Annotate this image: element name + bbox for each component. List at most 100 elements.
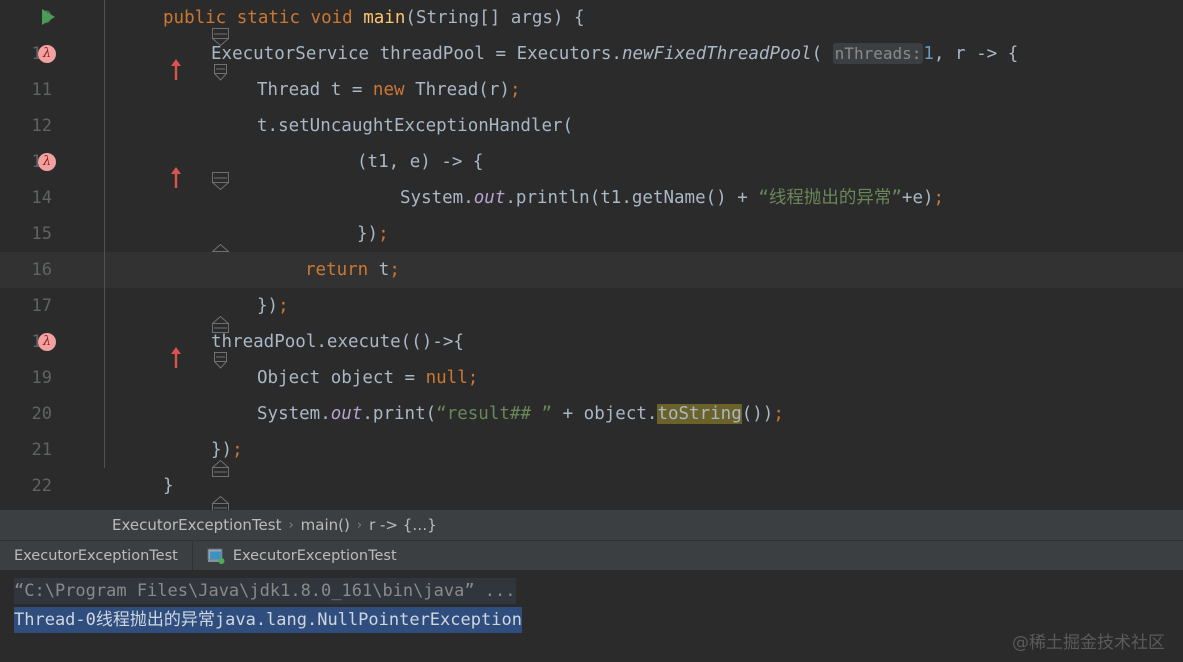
code-row[interactable]: 14 System.out.println(t1.getName() + “线程… bbox=[0, 180, 1183, 216]
token-var: t bbox=[330, 80, 342, 100]
token-keyword: public bbox=[163, 8, 227, 28]
token-method: main bbox=[363, 8, 406, 28]
console-tab[interactable]: ExecutorExceptionTest bbox=[193, 541, 411, 570]
code-text: System.out.print(“result## ” + object.to… bbox=[257, 404, 784, 424]
token-keyword: return bbox=[305, 260, 369, 280]
line-number: 15 bbox=[31, 224, 52, 244]
gutter[interactable]: 9 bbox=[0, 0, 229, 47]
code-text: return t; bbox=[145, 252, 400, 288]
watermark: @稀土掘金技术社区 bbox=[1012, 633, 1165, 653]
fold-start-icon[interactable] bbox=[94, 332, 227, 369]
code-row[interactable]: 12 t.setUncaughtExceptionHandler( bbox=[0, 108, 1183, 144]
token-punct: ; bbox=[467, 368, 479, 388]
breadcrumb[interactable]: ExecutorExceptionTest › main() › r -> {…… bbox=[0, 510, 1183, 540]
gutter[interactable]: 16 bbox=[0, 252, 145, 288]
fold-end-icon[interactable] bbox=[94, 296, 229, 333]
gutter[interactable]: 22 bbox=[0, 468, 229, 510]
token-punct: ; bbox=[509, 80, 521, 100]
token-var: threadPool bbox=[379, 44, 485, 64]
code-row[interactable]: 22 } bbox=[0, 468, 1183, 510]
token-method: newFixedThreadPool bbox=[621, 44, 812, 64]
console-line-command: “C:\Program Files\Java\jdk1.8.0_161\bin\… bbox=[0, 577, 1183, 606]
token-param: r bbox=[488, 80, 500, 100]
code-row[interactable]: 11 Thread t = new Thread(r); bbox=[0, 72, 1183, 108]
token-punct: ; bbox=[232, 440, 243, 460]
fold-guide bbox=[104, 396, 105, 432]
token-string: “线程抛出的异常” bbox=[758, 188, 902, 208]
gutter[interactable]: 10 λ bbox=[0, 36, 227, 81]
line-number: 17 bbox=[31, 296, 52, 316]
code-row[interactable]: 17 }); bbox=[0, 288, 1183, 333]
console-line-selected[interactable]: Thread-0线程抛出的异常java.lang.NullPointerExce… bbox=[0, 606, 1183, 635]
code-text: ExecutorService threadPool = Executors.n… bbox=[211, 43, 1019, 64]
gutter[interactable]: 18 λ bbox=[0, 324, 227, 369]
gutter[interactable]: 21 bbox=[0, 432, 229, 477]
gutter[interactable]: 19 bbox=[0, 360, 145, 396]
line-number: 20 bbox=[31, 404, 52, 424]
fold-start-icon[interactable] bbox=[94, 44, 227, 81]
code-text: threadPool.execute(()->{ bbox=[211, 332, 464, 352]
breadcrumb-item-lambda[interactable]: r -> {…} bbox=[369, 516, 437, 534]
breadcrumb-item-class[interactable]: ExecutorExceptionTest bbox=[112, 516, 281, 534]
fold-start-icon[interactable] bbox=[94, 152, 229, 191]
fold-guide bbox=[104, 360, 105, 396]
arrow-up-icon[interactable] bbox=[54, 147, 181, 188]
console-output[interactable]: “C:\Program Files\Java\jdk1.8.0_161\bin\… bbox=[0, 570, 1183, 662]
gutter[interactable]: 12 bbox=[0, 108, 145, 144]
code-row[interactable]: 20 System.out.print(“result## ” + object… bbox=[0, 396, 1183, 432]
fold-end-icon[interactable] bbox=[94, 440, 229, 477]
breadcrumb-item-method[interactable]: main() bbox=[301, 516, 350, 534]
code-editor[interactable]: 9 public static void main(String[] args)… bbox=[0, 0, 1183, 510]
run-config-tab[interactable]: ExecutorExceptionTest bbox=[0, 541, 193, 570]
code-row[interactable]: 19 Object object = null; bbox=[0, 360, 1183, 396]
run-tool-window-tabs[interactable]: ExecutorExceptionTest ExecutorExceptionT… bbox=[0, 540, 1183, 570]
arrow-up-icon[interactable] bbox=[54, 327, 181, 368]
token-var: t bbox=[378, 260, 390, 280]
gutter[interactable]: 14 bbox=[0, 180, 145, 216]
token-keyword: new bbox=[372, 80, 405, 100]
line-number: 11 bbox=[31, 80, 52, 100]
code-row[interactable]: 21 }); bbox=[0, 432, 1183, 477]
code-row[interactable]: 15 }); bbox=[0, 216, 1183, 261]
token-method: getName bbox=[631, 188, 706, 208]
run-icon[interactable] bbox=[42, 9, 55, 25]
token-var: threadPool bbox=[211, 332, 317, 352]
gutter[interactable]: 17 bbox=[0, 288, 229, 333]
token-keyword: void bbox=[310, 8, 353, 28]
token-var: object bbox=[330, 368, 394, 388]
token-type: ExecutorService bbox=[211, 44, 370, 64]
line-number: 19 bbox=[31, 368, 52, 388]
token-param: r bbox=[955, 44, 966, 64]
chevron-right-icon: › bbox=[288, 517, 294, 533]
code-row-current[interactable]: 16 return t; bbox=[0, 252, 1183, 288]
token-param: args bbox=[510, 8, 553, 28]
gutter[interactable]: 15 bbox=[0, 216, 229, 261]
run-config-label: ExecutorExceptionTest bbox=[14, 547, 178, 564]
gutter[interactable]: 20 bbox=[0, 396, 145, 432]
gutter[interactable]: 11 bbox=[0, 72, 145, 108]
token-punct: ; bbox=[773, 404, 784, 424]
fold-end-icon[interactable] bbox=[94, 476, 229, 510]
token-type: System bbox=[400, 188, 464, 208]
gutter[interactable]: 13 λ bbox=[0, 144, 229, 191]
line-number: 14 bbox=[31, 188, 52, 208]
fold-end-icon[interactable] bbox=[94, 224, 229, 261]
token-var: object bbox=[583, 404, 647, 424]
token-punct: ; bbox=[933, 188, 945, 208]
token-type: System bbox=[257, 404, 321, 424]
line-number: 12 bbox=[31, 116, 52, 136]
arrow-up-icon[interactable] bbox=[54, 39, 181, 80]
code-text: Object object = null; bbox=[257, 368, 479, 388]
code-row[interactable]: 9 public static void main(String[] args)… bbox=[0, 0, 1183, 47]
token-method-highlighted: toString bbox=[657, 404, 742, 424]
token-type: Thread bbox=[257, 80, 321, 100]
code-row[interactable]: 13 λ (t1, e) -> { bbox=[0, 144, 1183, 191]
token-type: Executors bbox=[516, 44, 612, 64]
code-row[interactable]: 10 λ ExecutorService threadPool = Execut… bbox=[0, 36, 1183, 81]
token-static: out bbox=[473, 188, 506, 208]
token-param: e bbox=[409, 152, 421, 172]
fold-start-icon[interactable] bbox=[94, 8, 229, 47]
line-number: 21 bbox=[31, 440, 52, 460]
code-row[interactable]: 18 λ threadPool.execute(()->{ bbox=[0, 324, 1183, 369]
fold-guide bbox=[104, 72, 105, 108]
